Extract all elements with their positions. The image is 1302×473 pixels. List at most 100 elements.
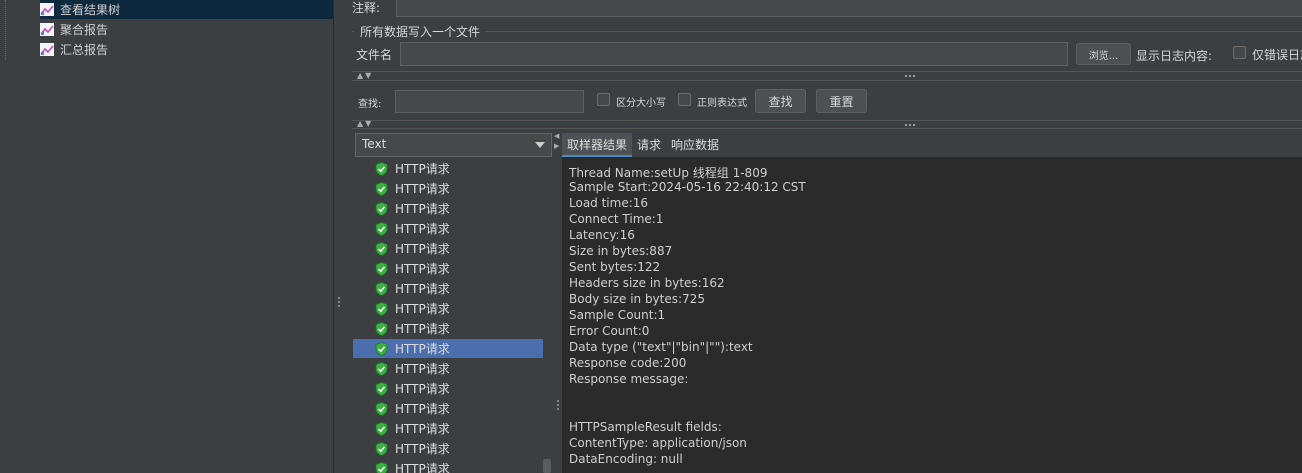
filename-label: 文件名 xyxy=(356,48,393,62)
splitter-grip xyxy=(557,400,559,402)
success-shield-icon xyxy=(375,301,388,316)
success-shield-icon xyxy=(375,281,388,296)
list-item-label: HTTP请求 xyxy=(395,202,450,216)
list-item-label: HTTP请求 xyxy=(395,362,450,376)
list-item-label: HTTP请求 xyxy=(395,242,450,256)
list-item-label: HTTP请求 xyxy=(395,322,450,336)
collapse-arrows[interactable]: ◀ ▶ xyxy=(554,131,561,151)
detail-line: ContentType: application/json xyxy=(569,436,747,450)
divider xyxy=(352,80,1302,81)
detail-line: Data type ("text"|"bin"|""):text xyxy=(569,340,753,354)
regex-checkbox[interactable] xyxy=(678,93,691,106)
detail-line: Size in bytes:887 xyxy=(569,244,673,258)
log-content-label: 显示日志内容: xyxy=(1136,49,1213,63)
chart-icon xyxy=(40,3,54,16)
detail-line: Connect Time:1 xyxy=(569,212,664,226)
sampler-result-text[interactable]: Thread Name:setUp 线程组 1-809 Sample Start:… xyxy=(562,157,1302,473)
success-shield-icon xyxy=(375,421,388,436)
list-item[interactable]: HTTP请求 xyxy=(353,299,543,318)
tab-request[interactable]: 请求 xyxy=(632,133,666,155)
filename-input[interactable] xyxy=(400,42,1068,66)
detail-line: HTTPSampleResult fields: xyxy=(569,420,722,434)
chevron-down-icon xyxy=(535,142,545,148)
list-item[interactable]: HTTP请求 xyxy=(353,219,543,238)
find-button[interactable]: 查找 xyxy=(755,89,806,113)
detail-line: Latency:16 xyxy=(569,228,635,242)
detail-line: Response code:200 xyxy=(569,356,687,370)
success-shield-icon xyxy=(375,381,388,396)
browse-button[interactable]: 浏览... xyxy=(1076,43,1131,65)
case-sensitive-checkbox[interactable] xyxy=(597,93,610,106)
divider xyxy=(352,120,1302,121)
comment-input[interactable] xyxy=(396,0,1302,17)
results-list: HTTP请求 HTTP请求 HTTP请求 HTTP请求 HTTP请求 HTTP请求 HTTP… xyxy=(353,158,552,473)
tree-item-label: 聚合报告 xyxy=(60,23,109,37)
success-shield-icon xyxy=(375,241,388,256)
comment-label: 注释: xyxy=(352,1,381,15)
detail-line: Sent bytes:122 xyxy=(569,260,661,274)
search-input[interactable] xyxy=(395,90,584,113)
tab-response-data[interactable]: 响应数据 xyxy=(666,133,724,155)
list-item-label: HTTP请求 xyxy=(395,162,450,176)
success-shield-icon xyxy=(375,401,388,416)
list-scrollbar-thumb[interactable] xyxy=(543,459,551,473)
list-item-label: HTTP请求 xyxy=(395,302,450,316)
list-item[interactable]: HTTP请求 xyxy=(353,159,543,178)
list-item-label: HTTP请求 xyxy=(395,382,450,396)
detail-line: Response message: xyxy=(569,372,689,386)
list-item-label: HTTP请求 xyxy=(395,442,450,456)
errors-only-label: 仅错误日志 xyxy=(1252,48,1302,62)
list-item[interactable]: HTTP请求 xyxy=(353,199,543,218)
list-item-label: HTTP请求 xyxy=(395,422,450,436)
success-shield-icon xyxy=(375,181,388,196)
list-item[interactable]: HTTP请求 xyxy=(353,259,543,278)
tree-item-summary-report[interactable]: 汇总报告 xyxy=(40,40,108,59)
divider-grip[interactable] xyxy=(905,124,917,127)
list-item-label: HTTP请求 xyxy=(395,262,450,276)
list-item[interactable]: HTTP请求 xyxy=(353,239,543,258)
list-item[interactable]: HTTP请求 xyxy=(353,319,543,338)
renderer-select[interactable]: Text xyxy=(355,133,552,157)
collapse-arrows[interactable]: ▲▼ xyxy=(357,119,373,128)
list-item[interactable]: HTTP请求 xyxy=(353,439,543,458)
list-item[interactable]: HTTP请求 xyxy=(353,459,543,473)
detail-line: DataEncoding: null xyxy=(569,452,683,466)
divider-grip[interactable] xyxy=(905,75,917,78)
renderer-select-value: Text xyxy=(362,137,387,151)
success-shield-icon xyxy=(375,201,388,216)
file-group-title: 所有数据写入一个文件 xyxy=(360,25,481,39)
collapse-arrows[interactable]: ▲▼ xyxy=(357,71,373,80)
tree-item-label: 汇总报告 xyxy=(60,43,109,57)
errors-only-checkbox[interactable] xyxy=(1233,46,1246,59)
splitter-grip xyxy=(557,408,559,410)
detail-line: Sample Start:2024-05-16 22:40:12 CST xyxy=(569,180,806,194)
detail-line: Headers size in bytes:162 xyxy=(569,276,725,290)
success-shield-icon xyxy=(375,261,388,276)
tree-item-aggregate-report[interactable]: 聚合报告 xyxy=(40,20,108,39)
tree-item-label: 查看结果树 xyxy=(60,3,121,17)
list-item-label: HTTP请求 xyxy=(395,282,450,296)
search-label: 查找: xyxy=(358,99,382,110)
success-shield-icon xyxy=(375,441,388,456)
success-shield-icon xyxy=(375,221,388,236)
tab-sampler-result[interactable]: 取样器结果 xyxy=(562,133,633,157)
success-shield-icon xyxy=(375,321,388,336)
success-shield-icon xyxy=(375,461,388,473)
splitter-grip xyxy=(557,404,559,406)
list-item[interactable]: HTTP请求 xyxy=(353,339,543,358)
list-item-label: HTTP请求 xyxy=(395,342,450,356)
list-item-label: HTTP请求 xyxy=(395,222,450,236)
tree-item-view-results-tree[interactable]: 查看结果树 xyxy=(40,0,333,19)
divider xyxy=(352,128,1302,129)
list-item[interactable]: HTTP请求 xyxy=(353,399,543,418)
list-item-label: HTTP请求 xyxy=(395,402,450,416)
chart-icon xyxy=(40,43,54,56)
regex-label: 正则表达式 xyxy=(697,98,747,109)
list-item[interactable]: HTTP请求 xyxy=(353,419,543,438)
group-border xyxy=(352,31,354,32)
list-item[interactable]: HTTP请求 xyxy=(353,179,543,198)
list-item[interactable]: HTTP请求 xyxy=(353,279,543,298)
reset-button[interactable]: 重置 xyxy=(816,89,867,113)
list-item[interactable]: HTTP请求 xyxy=(353,359,543,378)
list-item[interactable]: HTTP请求 xyxy=(353,379,543,398)
